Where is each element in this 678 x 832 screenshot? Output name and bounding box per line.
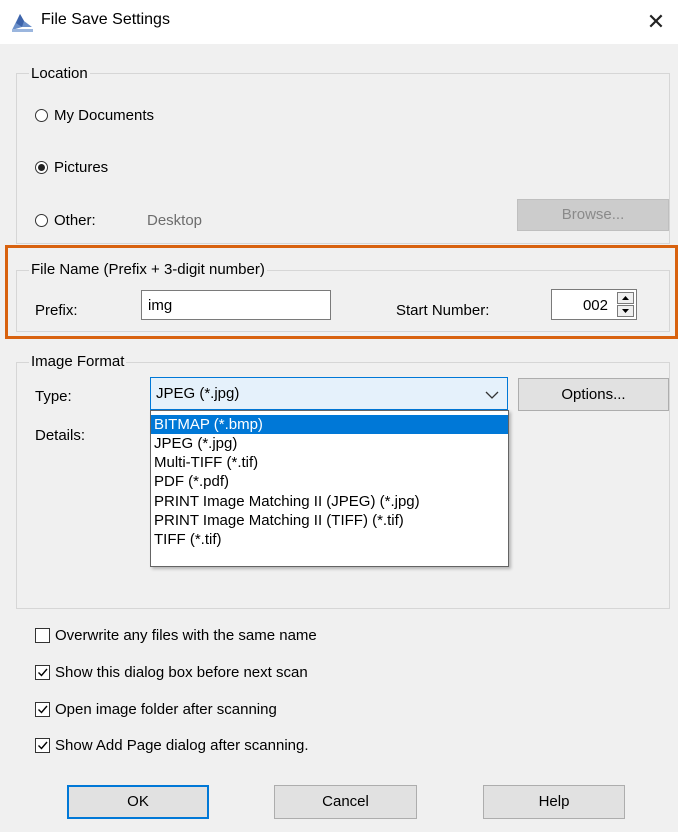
filename-legend: File Name (Prefix + 3-digit number) xyxy=(29,261,267,278)
radio-label: Pictures xyxy=(54,159,109,176)
browse-button[interactable]: Browse... xyxy=(517,199,669,231)
radio-label: My Documents xyxy=(54,107,155,124)
checkmark-icon xyxy=(38,741,48,750)
chevron-down-icon xyxy=(485,391,499,399)
checkbox-add-page[interactable]: Show Add Page dialog after scanning. xyxy=(35,737,395,755)
checkbox-box[interactable] xyxy=(35,702,50,717)
checkmark-icon xyxy=(38,705,48,714)
radio-other[interactable]: Other: xyxy=(35,212,135,230)
start-number-label: Start Number: xyxy=(396,302,490,319)
dropdown-option-jpeg[interactable]: JPEG (*.jpg) xyxy=(151,434,508,453)
start-number-stepper[interactable]: 002 xyxy=(551,289,637,320)
other-path-text: Desktop xyxy=(147,212,203,229)
scanner-app-icon xyxy=(12,14,33,32)
ok-button[interactable]: OK xyxy=(67,785,209,819)
radio-button[interactable] xyxy=(35,161,48,174)
checkbox-overwrite[interactable]: Overwrite any files with the same name xyxy=(35,627,395,645)
dropdown-option-tiff[interactable]: TIFF (*.tif) xyxy=(151,530,508,549)
radio-button[interactable] xyxy=(35,109,48,122)
checkbox-label: Show this dialog box before next scan xyxy=(55,664,308,681)
dropdown-option-bitmap[interactable]: BITMAP (*.bmp) xyxy=(151,415,508,434)
radio-pictures[interactable]: Pictures xyxy=(35,159,205,177)
dropdown-option-pdf[interactable]: PDF (*.pdf) xyxy=(151,472,508,491)
close-button[interactable]: ✕ xyxy=(638,6,674,38)
dropdown-option-pim-jpeg[interactable]: PRINT Image Matching II (JPEG) (*.jpg) xyxy=(151,492,508,511)
stepper-up-button[interactable] xyxy=(617,292,634,304)
checkbox-label: Overwrite any files with the same name xyxy=(55,627,317,644)
type-label: Type: xyxy=(35,388,72,405)
checkbox-show-dialog[interactable]: Show this dialog box before next scan xyxy=(35,664,395,682)
checkmark-icon xyxy=(38,668,48,677)
image-format-legend: Image Format xyxy=(29,353,127,370)
dropdown-option-pim-tiff[interactable]: PRINT Image Matching II (TIFF) (*.tif) xyxy=(151,511,508,530)
type-select[interactable]: JPEG (*.jpg) xyxy=(150,377,508,410)
location-legend: Location xyxy=(29,65,90,82)
help-button[interactable]: Help xyxy=(483,785,625,819)
arrow-up-icon xyxy=(622,296,629,300)
radio-button[interactable] xyxy=(35,214,48,227)
checkbox-open-folder[interactable]: Open image folder after scanning xyxy=(35,701,395,719)
start-number-value: 002 xyxy=(582,297,608,314)
dropdown-option-multi-tiff[interactable]: Multi-TIFF (*.tif) xyxy=(151,453,508,472)
checkbox-label: Open image folder after scanning xyxy=(55,701,277,718)
window-title: File Save Settings xyxy=(41,11,170,28)
type-dropdown-list: BITMAP (*.bmp) JPEG (*.jpg) Multi-TIFF (… xyxy=(150,410,509,567)
checkbox-box[interactable] xyxy=(35,628,50,643)
options-button[interactable]: Options... xyxy=(518,378,669,411)
radio-label: Other: xyxy=(54,212,96,229)
details-label: Details: xyxy=(35,427,86,444)
arrow-down-icon xyxy=(622,309,629,313)
close-icon: ✕ xyxy=(646,9,666,34)
cancel-button[interactable]: Cancel xyxy=(274,785,417,819)
checkbox-box[interactable] xyxy=(35,665,50,680)
checkbox-label: Show Add Page dialog after scanning. xyxy=(55,737,309,754)
prefix-input[interactable] xyxy=(141,290,331,320)
prefix-label: Prefix: xyxy=(35,302,78,319)
checkbox-box[interactable] xyxy=(35,738,50,753)
stepper-down-button[interactable] xyxy=(617,305,634,317)
title-bar: File Save Settings ✕ xyxy=(0,0,678,44)
type-select-value: JPEG (*.jpg) xyxy=(156,385,240,402)
radio-my-documents[interactable]: My Documents xyxy=(35,107,205,125)
